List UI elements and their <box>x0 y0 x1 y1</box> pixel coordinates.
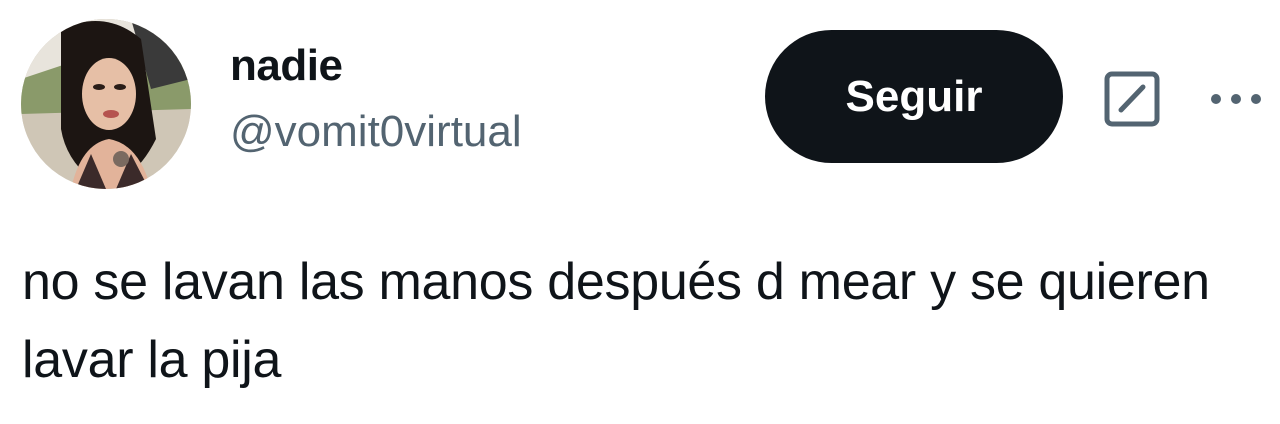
avatar[interactable] <box>21 19 191 189</box>
display-name[interactable]: nadie <box>230 40 522 92</box>
avatar-photo <box>21 19 191 189</box>
tweet-text: no se lavan las manos después d mear y s… <box>22 253 1210 389</box>
slash-square-icon[interactable] <box>1103 70 1161 128</box>
tweet-card: nadie @vomit0virtual Seguir no se lavan … <box>0 0 1280 424</box>
user-handle[interactable]: @vomit0virtual <box>230 106 522 158</box>
follow-button[interactable]: Seguir <box>765 30 1063 163</box>
more-horizontal-icon[interactable] <box>1204 85 1268 113</box>
author-info: nadie @vomit0virtual <box>230 40 522 158</box>
